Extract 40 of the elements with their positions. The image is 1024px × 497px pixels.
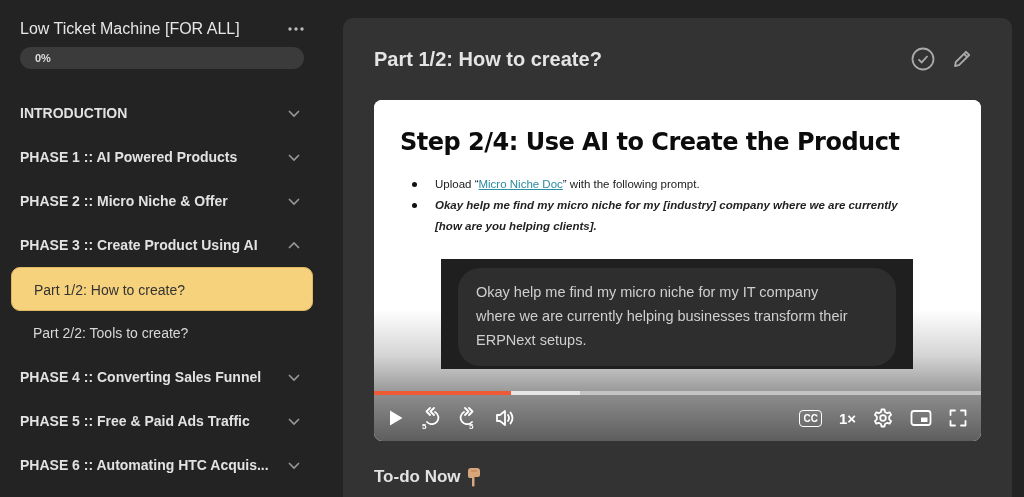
- chevron-down-icon: [287, 152, 301, 162]
- section-header[interactable]: PHASE 5 :: Free & Paid Ads Traffic: [0, 399, 324, 443]
- settings-icon[interactable]: [873, 408, 893, 428]
- check-circle-icon[interactable]: [911, 47, 935, 71]
- bullet-icon: [412, 182, 417, 187]
- fullscreen-icon[interactable]: [949, 409, 967, 427]
- todo-heading: To-do Now: [374, 467, 461, 487]
- bullet-icon: [412, 203, 417, 208]
- section-header[interactable]: PHASE 1 :: AI Powered Products: [0, 135, 324, 179]
- bullet-text: Okay help me find my micro niche for my [industry] company where we are currently [how are you helping clients].: [435, 198, 899, 234]
- lesson-title: Part 1/2: How to create?: [374, 47, 602, 71]
- rewind-button[interactable]: 5: [421, 407, 441, 429]
- chevron-down-icon: [287, 108, 301, 118]
- video-player[interactable]: [374, 100, 981, 441]
- chevron-down-icon: [287, 196, 301, 206]
- lesson-item[interactable]: Part 2/2: Tools to create?: [11, 311, 313, 355]
- slide-heading: Step 2/4: Use AI to Create the Product: [400, 128, 901, 156]
- bullet-text: Upload “Micro Niche Doc” with the following prompt.: [435, 177, 700, 192]
- speed-button[interactable]: 1×: [838, 409, 856, 427]
- chevron-up-icon: [287, 240, 301, 250]
- chevron-down-icon: [287, 460, 301, 470]
- chevron-down-icon: [287, 416, 301, 426]
- section-header[interactable]: PHASE 4 :: Converting Sales Funnel: [0, 355, 324, 399]
- section-header[interactable]: PHASE 2 :: Micro Niche & Offer: [0, 179, 324, 223]
- chevron-down-icon: [287, 372, 301, 382]
- pencil-icon[interactable]: [951, 48, 973, 70]
- course-title: Low Ticket Machine [FOR ALL]: [20, 20, 240, 38]
- forward-button[interactable]: 5: [458, 407, 478, 429]
- volume-icon[interactable]: [495, 409, 515, 427]
- progress-label: 0%: [34, 52, 51, 64]
- more-icon[interactable]: [288, 27, 304, 31]
- captions-button[interactable]: CC: [799, 409, 822, 427]
- play-icon[interactable]: [388, 409, 404, 427]
- section-header[interactable]: PHASE 3 :: Create Product Using AI: [0, 223, 324, 267]
- section-header[interactable]: PHASE 6 :: Automating HTC Acquis...: [0, 443, 324, 487]
- section-header[interactable]: INTRODUCTION: [0, 91, 324, 135]
- picture-in-picture-icon[interactable]: [910, 409, 932, 427]
- doc-link[interactable]: Micro Niche Doc: [478, 178, 563, 190]
- chat-bubble: Okay help me find my micro niche for my IT company where we are currently helping businesses transform their ERPNext setups.: [458, 268, 896, 366]
- lesson-item[interactable]: Part 1/2: How to create?: [11, 267, 313, 311]
